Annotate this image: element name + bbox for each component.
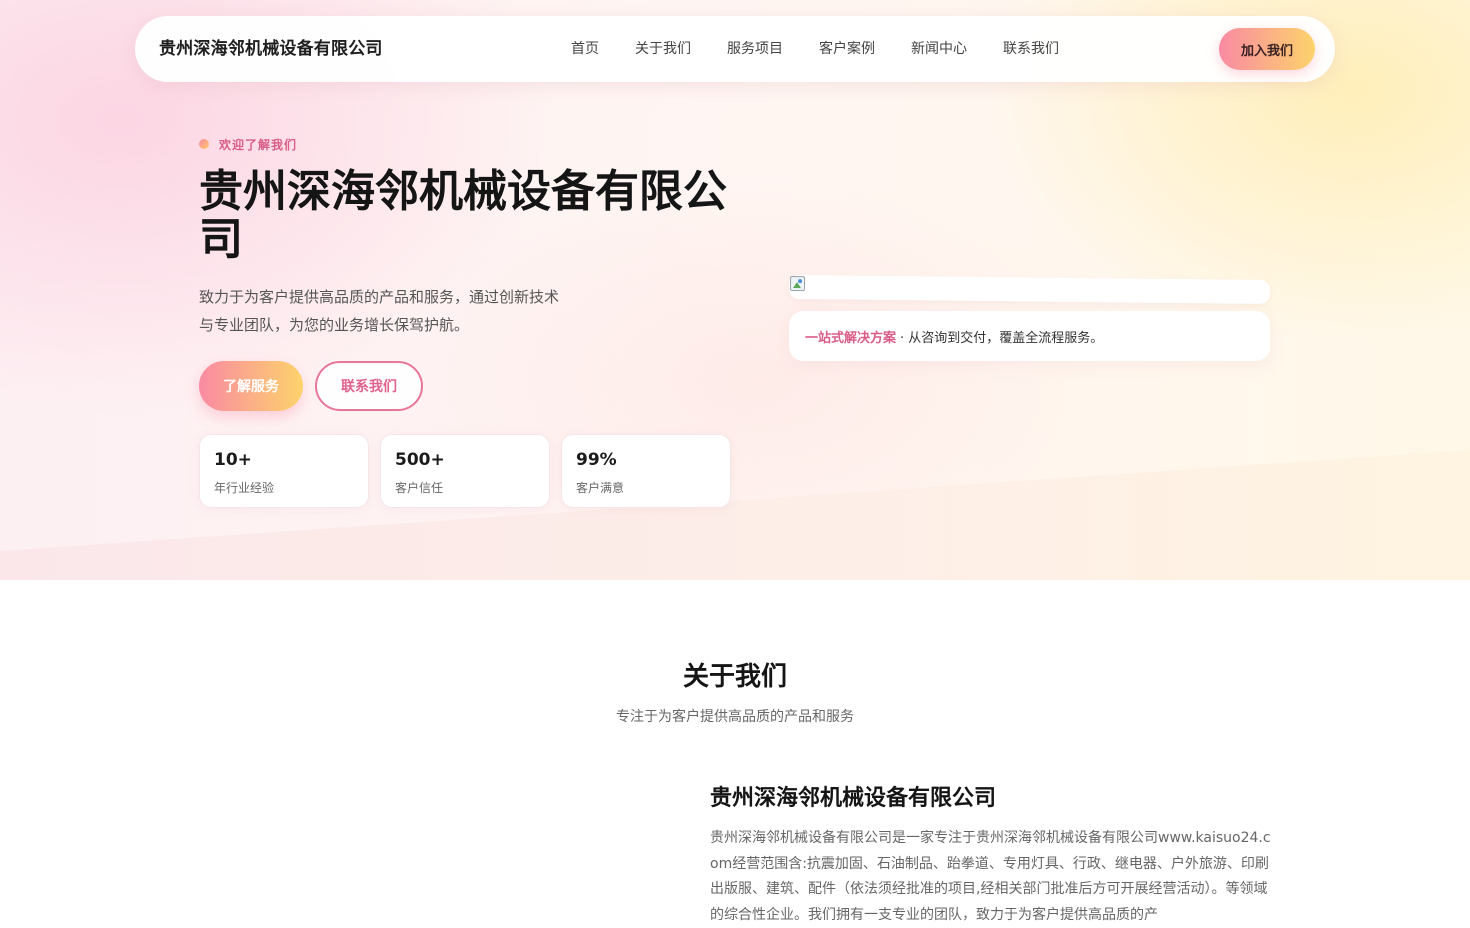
nav-links: 首页 关于我们 服务项目 客户案例 新闻中心 联系我们 (553, 16, 1077, 82)
nav-link-home[interactable]: 首页 (553, 16, 617, 82)
nav-link-cases[interactable]: 客户案例 (801, 16, 893, 82)
eyebrow-text: 欢迎了解我们 (219, 137, 298, 152)
hero-description: 致力于为客户提供高品质的产品和服务，通过创新技术与专业团队，为您的业务增长保驾护… (199, 288, 560, 334)
feature-highlight: 一站式解决方案 (805, 330, 897, 346)
nav-link-contact[interactable]: 联系我们 (985, 16, 1077, 82)
contact-us-button[interactable]: 联系我们 (315, 361, 423, 411)
about-section-title: 关于我们 (682, 662, 787, 692)
stat-value: 99% (576, 450, 617, 470)
feature-card: 一站式解决方案 · 从咨询到交付，覆盖全流程服务。 (789, 311, 1270, 361)
stat-value: 10+ (214, 450, 252, 470)
about-section-subtitle: 专注于为客户提供高品质的产品和服务 (616, 709, 854, 725)
join-us-button[interactable]: 加入我们 (1219, 28, 1315, 70)
stat-label: 客户满意 (576, 481, 625, 495)
hero-image-broken (788, 275, 1271, 305)
hero-eyebrow: 欢迎了解我们 (199, 134, 297, 154)
eyebrow-dot-icon (199, 139, 209, 149)
stat-card-clients: 500+ 客户信任 (380, 434, 550, 508)
nav-link-news[interactable]: 新闻中心 (893, 16, 985, 82)
stat-card-satisfaction: 99% 客户满意 (561, 434, 731, 508)
brand-logo-text[interactable]: 贵州深海邻机械设备有限公司 (159, 16, 383, 82)
feature-text: · 从咨询到交付，覆盖全流程服务。 (900, 330, 1104, 346)
navbar: 贵州深海邻机械设备有限公司 首页 关于我们 服务项目 客户案例 新闻中心 联系我… (135, 16, 1335, 82)
nav-link-services[interactable]: 服务项目 (709, 16, 801, 82)
nav-link-about[interactable]: 关于我们 (617, 16, 709, 82)
hero-title: 贵州深海邻机械设备有限公司 (199, 166, 727, 265)
stat-label: 年行业经验 (214, 481, 275, 495)
stat-label: 客户信任 (395, 481, 444, 495)
learn-services-button[interactable]: 了解服务 (199, 361, 303, 411)
stat-card-experience: 10+ 年行业经验 (199, 434, 369, 508)
broken-image-icon (789, 276, 806, 292)
stat-value: 500+ (395, 450, 445, 470)
about-company-name: 贵州深海邻机械设备有限公司 (710, 786, 997, 811)
about-description: 贵州深海邻机械设备有限公司是一家专注于贵州深海邻机械设备有限公司www.kais… (710, 830, 1271, 923)
